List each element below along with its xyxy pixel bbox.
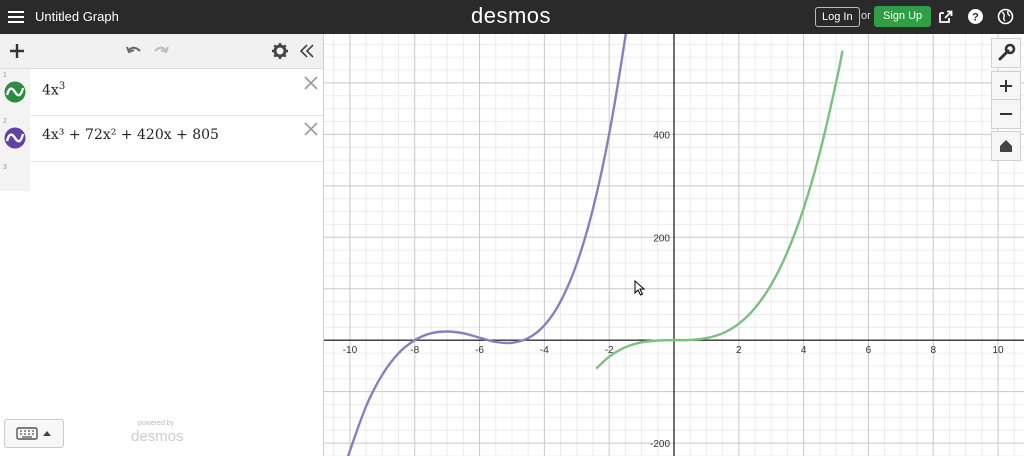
keyboard-icon [16,427,51,440]
signup-button[interactable]: Sign Up [874,6,932,27]
y-tick-label: -200 [650,439,670,450]
x-tick-label: 4 [801,345,807,356]
svg-text:?: ? [972,12,979,24]
share-icon[interactable] [937,8,954,25]
zoom-in-icon [1000,80,1012,92]
redo-icon[interactable] [152,42,170,60]
y-tick-label: 400 [653,130,670,141]
powered-by-text: powered by [138,420,175,427]
curve-4x^3 [595,50,844,370]
expression-gutter: 1 [0,69,30,115]
graph-color-toggle-icon[interactable] [4,127,26,149]
x-tick-label: 10 [993,345,1005,356]
expression-row[interactable]: 1 4x3 [0,69,323,116]
x-tick-label: -10 [343,345,358,356]
desmos-logo: desmos [471,3,552,28]
expression-latex[interactable]: 4x3 [42,81,65,99]
new-expression-row[interactable]: 3 [0,161,30,191]
y-tick-label: 200 [653,233,670,244]
mouse-cursor-icon [634,280,646,296]
collapse-chevrons-icon[interactable] [298,42,316,60]
menu-icon[interactable] [8,9,24,25]
axes [324,34,1024,456]
or-text: or [861,10,871,22]
zoom-out-icon [1000,113,1012,115]
x-tick-label: -8 [410,345,419,356]
x-tick-label: 2 [736,345,742,356]
home-icon [1000,140,1012,152]
keypad-toggle-button[interactable] [4,419,64,448]
add-icon[interactable] [8,42,26,60]
expression-gutter: 2 [0,115,30,161]
graph-canvas[interactable]: -10 -8 -6 -4 -2 2 4 6 8 10400200-200 [324,34,1024,456]
x-tick-label: 6 [866,345,872,356]
expression-toolbar [0,34,323,69]
graph-color-toggle-icon[interactable] [4,81,26,103]
settings-gear-icon[interactable] [271,42,289,60]
graph-settings-button[interactable] [991,38,1021,68]
graph-title[interactable]: Untitled Graph [35,9,119,24]
x-tick-label: 8 [930,345,936,356]
expression-index: 3 [3,164,7,171]
expression-row[interactable]: 2 4x³ + 72x² + 420x + 805 [0,115,323,162]
zoom-out-button[interactable] [991,99,1021,129]
expression-list: 1 4x3 2 4x³ + 72x² + 420x + 805 3 powere… [0,34,324,456]
delete-expression-icon[interactable] [303,121,319,137]
wrench-icon [998,43,1016,61]
x-tick-label: -4 [540,345,549,356]
expression-index: 2 [3,118,7,125]
expression-latex-exponent: 3 [58,81,66,92]
login-button[interactable]: Log In [815,7,860,27]
delete-expression-icon[interactable] [303,75,319,91]
default-viewport-button[interactable] [991,131,1021,161]
graph-paper[interactable]: -10 -8 -6 -4 -2 2 4 6 8 10 400 200 -200 [324,34,1024,456]
x-tick-label: -6 [475,345,484,356]
language-globe-icon[interactable] [997,8,1014,25]
top-bar: Untitled Graph desmos Log In or Sign Up … [0,0,1024,34]
curve-4x^3+72x^2+420x+805 [346,34,627,456]
expression-index: 1 [3,72,7,79]
powered-by-logo: desmos [131,428,184,445]
expression-latex[interactable]: 4x³ + 72x² + 420x + 805 [42,127,219,143]
help-icon[interactable]: ? [967,8,984,25]
expression-latex-base: 4x [42,82,59,99]
undo-icon[interactable] [125,42,143,60]
zoom-in-button[interactable] [991,71,1021,101]
